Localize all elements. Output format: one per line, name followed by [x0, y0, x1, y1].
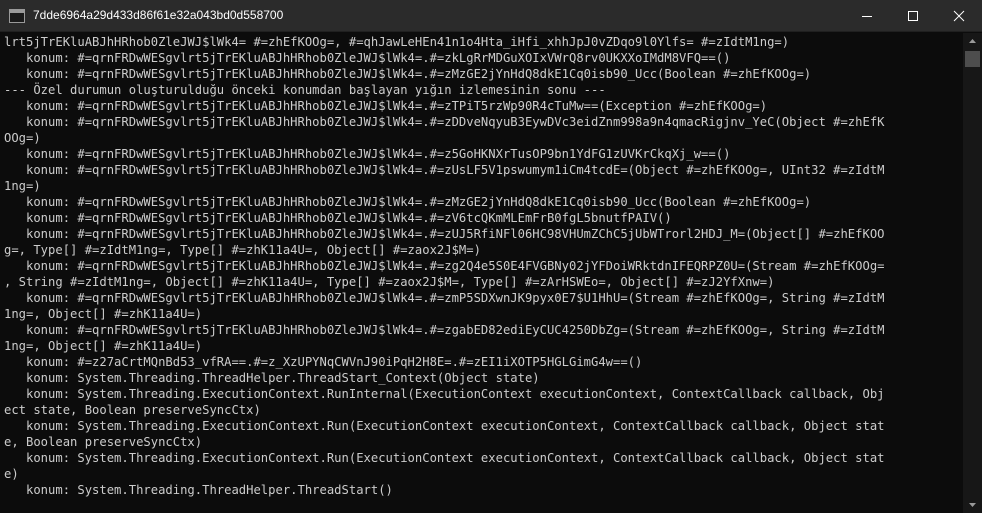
console-line: 1ng=)	[4, 179, 41, 193]
console-window: 7dde6964a29d433d86f61e32a043bd0d558700 l…	[0, 0, 982, 513]
console-output[interactable]: lrt5jTrEKluABJhHRhob0ZleJWJ$lWk4= #=zhEf…	[0, 33, 963, 513]
scroll-up-button[interactable]	[963, 33, 982, 50]
console-line: konum: System.Threading.ExecutionContext…	[4, 419, 885, 433]
scroll-down-button[interactable]	[963, 496, 982, 513]
console-line: , String #=zIdtM1ng=, Object[] #=zhK11a4…	[4, 275, 775, 289]
console-line: konum: #=qrnFRDwWESgvlrt5jTrEKluABJhHRho…	[4, 227, 885, 241]
console-line: konum: #=qrnFRDwWESgvlrt5jTrEKluABJhHRho…	[4, 115, 885, 129]
console-line: konum: #=qrnFRDwWESgvlrt5jTrEKluABJhHRho…	[4, 259, 885, 273]
console-line: konum: #=qrnFRDwWESgvlrt5jTrEKluABJhHRho…	[4, 291, 885, 305]
console-line: konum: System.Threading.ExecutionContext…	[4, 387, 885, 401]
scroll-thumb[interactable]	[965, 51, 980, 67]
maximize-icon	[908, 11, 918, 21]
console-app-icon[interactable]	[9, 9, 25, 23]
console-line: konum: System.Threading.ThreadHelper.Thr…	[4, 483, 393, 497]
console-line: e, Boolean preserveSyncCtx)	[4, 435, 203, 449]
console-line: konum: System.Threading.ExecutionContext…	[4, 451, 885, 465]
arrow-down-icon	[969, 503, 976, 507]
console-lines: lrt5jTrEKluABJhHRhob0ZleJWJ$lWk4= #=zhEf…	[4, 34, 962, 513]
maximize-button[interactable]	[890, 0, 936, 32]
console-line: g=, Type[] #=zIdtM1ng=, Type[] #=zhK11a4…	[4, 243, 481, 257]
minimize-icon	[862, 16, 872, 17]
console-line: konum: #=qrnFRDwWESgvlrt5jTrEKluABJhHRho…	[4, 211, 672, 225]
console-line: konum: #=z27aCrtMQnBd53_vfRA==.#=z_XzUPY…	[4, 355, 643, 369]
console-line: konum: #=qrnFRDwWESgvlrt5jTrEKluABJhHRho…	[4, 163, 885, 177]
console-line: konum: #=qrnFRDwWESgvlrt5jTrEKluABJhHRho…	[4, 51, 731, 65]
console-line: --- Özel durumun oluşturulduğu önceki ko…	[4, 83, 606, 97]
console-line: ect state, Boolean preserveSyncCtx)	[4, 403, 261, 417]
minimize-button[interactable]	[844, 0, 890, 32]
console-line: konum: #=qrnFRDwWESgvlrt5jTrEKluABJhHRho…	[4, 99, 768, 113]
close-icon	[953, 10, 965, 22]
console-line: e)	[4, 467, 19, 481]
console-line: 1ng=, Object[] #=zhK11a4U=)	[4, 307, 203, 321]
console-line: konum: #=qrnFRDwWESgvlrt5jTrEKluABJhHRho…	[4, 195, 812, 209]
console-line: konum: System.Threading.ThreadHelper.Thr…	[4, 371, 540, 385]
console-line: konum: #=qrnFRDwWESgvlrt5jTrEKluABJhHRho…	[4, 323, 885, 337]
console-line: OOg=)	[4, 131, 41, 145]
vertical-scrollbar[interactable]	[963, 33, 982, 513]
arrow-up-icon	[969, 39, 976, 43]
console-line: konum: #=qrnFRDwWESgvlrt5jTrEKluABJhHRho…	[4, 147, 731, 161]
close-button[interactable]	[936, 0, 982, 32]
console-line: konum: #=qrnFRDwWESgvlrt5jTrEKluABJhHRho…	[4, 67, 812, 81]
window-title: 7dde6964a29d433d86f61e32a043bd0d558700	[33, 8, 284, 22]
console-line: lrt5jTrEKluABJhHRhob0ZleJWJ$lWk4= #=zhEf…	[4, 35, 790, 49]
console-line: 1ng=, Object[] #=zhK11a4U=)	[4, 339, 203, 353]
title-bar[interactable]: 7dde6964a29d433d86f61e32a043bd0d558700	[0, 0, 982, 32]
